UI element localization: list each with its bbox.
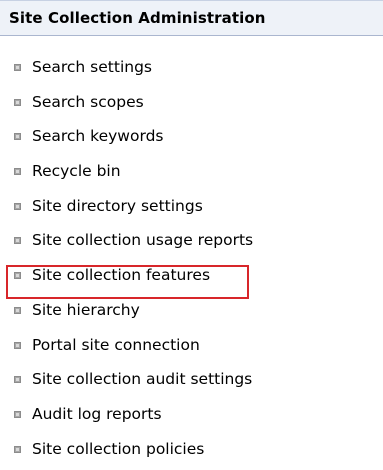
list-item-audit-log-reports: Audit log reports xyxy=(0,400,383,435)
list-item-audit-settings: Site collection audit settings xyxy=(0,365,383,400)
site-collection-features-link[interactable]: Site collection features xyxy=(32,266,210,284)
usage-reports-link[interactable]: Site collection usage reports xyxy=(32,231,253,249)
admin-links-list: Search settings Search scopes Search key… xyxy=(0,53,383,469)
bullet-square-icon xyxy=(14,133,21,141)
list-item-usage-reports: Site collection usage reports xyxy=(0,226,383,261)
list-item-portal-site-connection: Portal site connection xyxy=(0,331,383,366)
audit-settings-link[interactable]: Site collection audit settings xyxy=(32,370,252,388)
bullet-square-icon xyxy=(14,237,21,245)
bullet-square-icon xyxy=(14,98,21,106)
site-collection-policies-link[interactable]: Site collection policies xyxy=(32,440,204,458)
recycle-bin-link[interactable]: Recycle bin xyxy=(32,162,121,180)
list-item-site-hierarchy: Site hierarchy xyxy=(0,296,383,331)
site-collection-administration-panel: Site Collection Administration Search se… xyxy=(0,0,383,470)
list-item-search-scopes: Search scopes xyxy=(0,88,383,123)
bullet-square-icon xyxy=(14,168,21,176)
audit-log-reports-link[interactable]: Audit log reports xyxy=(32,405,162,423)
bullet-square-icon xyxy=(14,306,21,314)
bullet-square-icon xyxy=(14,445,21,453)
bullet-square-icon xyxy=(14,272,21,280)
section-header: Site Collection Administration xyxy=(0,0,383,36)
bullet-square-icon xyxy=(14,410,21,418)
list-item-site-directory-settings: Site directory settings xyxy=(0,192,383,227)
bullet-square-icon xyxy=(14,376,21,384)
bullet-square-icon xyxy=(14,64,21,71)
bullet-square-icon xyxy=(14,341,21,349)
site-directory-settings-link[interactable]: Site directory settings xyxy=(32,197,203,215)
bullet-square-icon xyxy=(14,202,21,210)
list-item-site-collection-features: Site collection features xyxy=(0,261,383,296)
list-item-search-settings: Search settings xyxy=(0,53,383,88)
list-item-recycle-bin: Recycle bin xyxy=(0,157,383,192)
site-hierarchy-link[interactable]: Site hierarchy xyxy=(32,301,140,319)
search-scopes-link[interactable]: Search scopes xyxy=(32,93,144,111)
list-item-site-collection-policies: Site collection policies xyxy=(0,435,383,470)
search-settings-link[interactable]: Search settings xyxy=(32,58,152,76)
search-keywords-link[interactable]: Search keywords xyxy=(32,127,164,145)
portal-site-connection-link[interactable]: Portal site connection xyxy=(32,336,200,354)
list-item-search-keywords: Search keywords xyxy=(0,122,383,157)
section-title: Site Collection Administration xyxy=(9,9,266,27)
